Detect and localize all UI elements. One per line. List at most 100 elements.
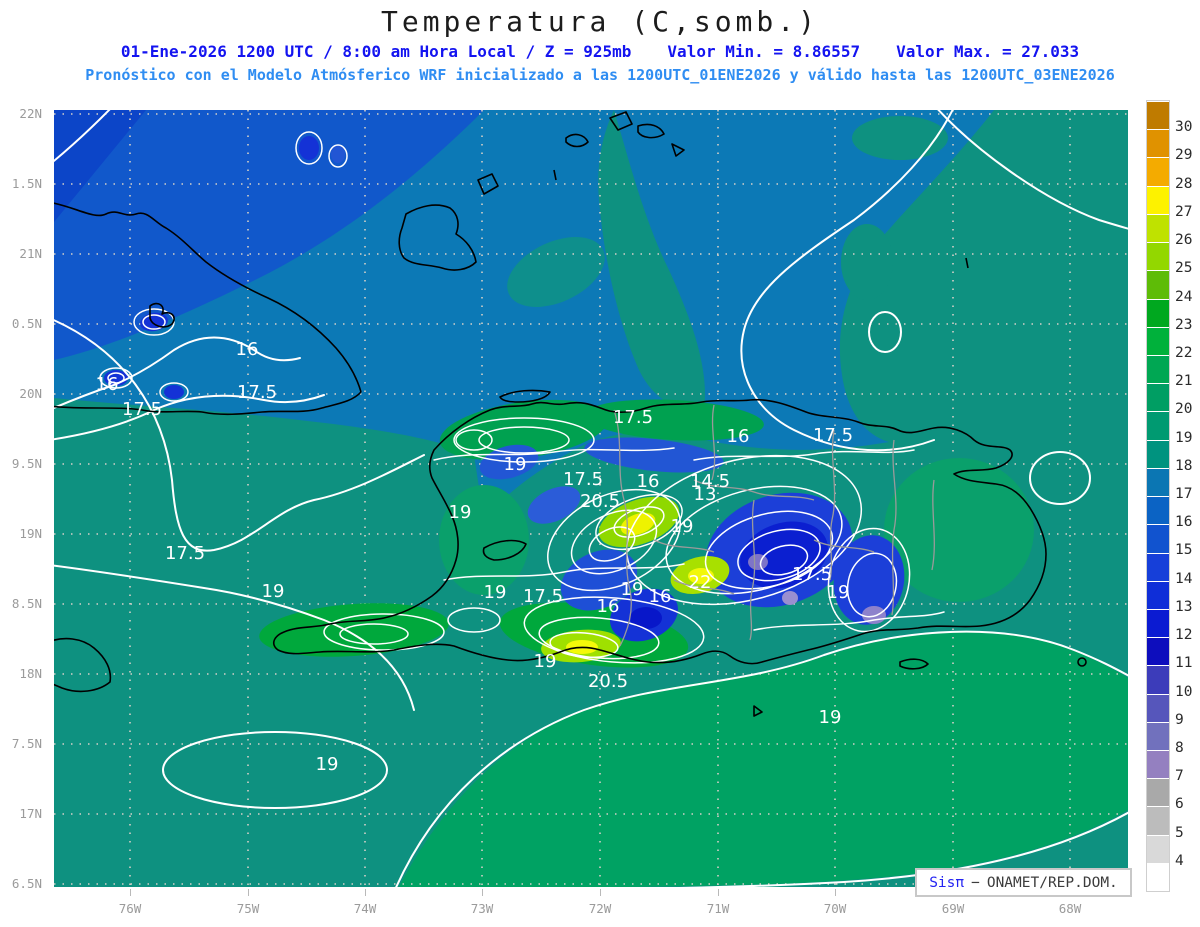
- colorbar-tick-label: 5: [1175, 824, 1184, 841]
- contour-label: 17.5: [613, 407, 653, 428]
- lon-tick-label: 73W: [470, 901, 494, 916]
- colorbar-band: [1147, 270, 1169, 299]
- colorbar-labels: 30 29 28 27 26 25 24 23 22 21 20 19 18 17 16 15 14 13 12 11…: [1175, 100, 1200, 890]
- contour-label: 19: [316, 754, 339, 775]
- lon-tick-label: 70W: [823, 901, 847, 916]
- colorbar-tick-label: 19: [1175, 429, 1193, 446]
- lon-tick-mark: [600, 889, 601, 896]
- colorbar-tick-label: 24: [1175, 288, 1193, 305]
- map-svg: 161617.517.517.5191917.516 17.5191917.520…: [54, 110, 1128, 887]
- colorbar-band: [1147, 298, 1169, 327]
- map-canvas: 16 16 17.5 17.5 17.5 19 19 17.5 16 17.5 19 19 17.5 20…: [54, 110, 1128, 887]
- contour-label: 17.5: [165, 543, 205, 564]
- colorbar-band: [1147, 439, 1169, 468]
- colorbar-tick-label: 7: [1175, 768, 1184, 785]
- colorbar-band: [1147, 242, 1169, 271]
- colorbar-tick-label: 25: [1175, 260, 1193, 277]
- contour-label: 19: [484, 582, 507, 603]
- colorbar-tick-label: 8: [1175, 739, 1184, 756]
- lat-tick-label: 20N: [19, 386, 42, 401]
- lon-tick-mark: [835, 889, 836, 896]
- colorbar-band: [1147, 580, 1169, 609]
- sispi-brand-label: Sisπ: [929, 874, 965, 891]
- contour-label: 17.5: [523, 586, 563, 607]
- colorbar-tick-label: 4: [1175, 852, 1184, 869]
- contour-label: 19: [449, 502, 472, 523]
- lat-tick-label: 21N: [19, 246, 42, 261]
- onamet-org-label: ONAMET/REP.DOM.: [986, 874, 1118, 891]
- page-title: Temperatura (C,somb.): [380, 5, 819, 38]
- colorbar-tick-label: 17: [1175, 486, 1193, 502]
- lon-tick-mark: [718, 889, 719, 896]
- colorbar-band: [1147, 354, 1169, 384]
- colorbar-tick-label: 22: [1175, 344, 1193, 361]
- lat-tick-label: 9.5N: [11, 456, 42, 471]
- colorbar-band: [1147, 524, 1169, 553]
- contour-label: 19: [827, 582, 850, 603]
- lon-tick-label: 75W: [236, 901, 260, 916]
- contour-label: 16: [236, 339, 259, 360]
- lon-tick-mark: [482, 889, 483, 896]
- colorbar-tick-label: 10: [1175, 683, 1193, 700]
- colorbar-tick-label: 29: [1175, 147, 1193, 164]
- contour-label: 20.5: [588, 671, 628, 692]
- legend-dash: −: [971, 874, 980, 891]
- colorbar-tick-label: 14: [1175, 570, 1193, 587]
- contour-label: 16: [597, 596, 620, 617]
- colorbar-band: [1147, 552, 1169, 581]
- colorbar-band: [1147, 129, 1169, 158]
- contour-label: 19: [819, 707, 842, 728]
- lat-tick-label: 6.5N: [11, 876, 42, 891]
- colorbar-band: [1147, 213, 1169, 243]
- colorbar-band: [1147, 721, 1169, 751]
- colorbar-tick-label: 26: [1175, 232, 1193, 249]
- contour-label: 19: [621, 579, 644, 600]
- colorbar-tick-label: 23: [1175, 316, 1193, 333]
- colorbar-band: [1147, 778, 1169, 807]
- colorbar: [1146, 100, 1170, 892]
- colorbar-band: [1147, 637, 1169, 666]
- latitude-axis: 22N 1.5N 21N 0.5N 20N 9.5N 19N 8.5N 18N 7.5N 17N 6.…: [0, 106, 50, 891]
- colorbar-band: [1147, 665, 1169, 694]
- subtitle-line: 01-Ene-2026 1200 UTC / 8:00 am Hora Loca…: [0, 42, 1200, 61]
- weather-map-page: Temperatura (C,somb.) 01-Ene-2026 1200 U…: [0, 0, 1200, 927]
- colorbar-tick-label: 30: [1175, 119, 1193, 136]
- colorbar-tick-label: 6: [1175, 796, 1184, 813]
- contour-label: 17.5: [237, 382, 277, 403]
- lon-tick-mark: [248, 889, 249, 896]
- colorbar-band: [1147, 862, 1169, 892]
- lon-tick-label: 74W: [353, 901, 377, 916]
- colorbar-band: [1147, 157, 1169, 186]
- lat-tick-label: 7.5N: [11, 736, 42, 751]
- colorbar-tick-label: 11: [1175, 655, 1193, 672]
- value-max-text: Valor Max. = 27.033: [896, 42, 1080, 61]
- contour-label: 17.5: [813, 425, 853, 446]
- contour-label: 17.5: [122, 399, 162, 420]
- colorbar-band: [1147, 496, 1169, 525]
- contour-label: 13: [694, 484, 717, 505]
- colorbar-band: [1147, 467, 1169, 497]
- colorbar-band: [1147, 608, 1169, 638]
- model-info-line: Pronóstico con el Modelo Atmósferico WRF…: [85, 66, 1115, 84]
- colorbar-tick-label: 28: [1175, 175, 1193, 192]
- colorbar-tick-label: 18: [1175, 457, 1193, 474]
- lat-tick-label: 19N: [19, 526, 42, 541]
- contour-label: 16: [637, 471, 660, 492]
- source-legend-box: Sisπ − ONAMET/REP.DOM.: [915, 868, 1132, 897]
- colorbar-tick-label: 12: [1175, 627, 1193, 644]
- lat-tick-label: 18N: [19, 666, 42, 681]
- contour-label: 20.5: [580, 491, 620, 512]
- contour-label: 22: [689, 572, 712, 593]
- lon-tick-label: 68W: [1058, 901, 1082, 916]
- value-min-text: Valor Min. = 8.86557: [667, 42, 861, 61]
- colorbar-band: [1147, 693, 1169, 722]
- lon-tick-label: 76W: [118, 901, 142, 916]
- colorbar-tick-label: 20: [1175, 401, 1193, 418]
- colorbar-band: [1147, 326, 1169, 355]
- contour-label: 19: [504, 454, 527, 475]
- lon-tick-label: 69W: [941, 901, 965, 916]
- colorbar-band: [1147, 185, 1169, 214]
- colorbar-tick-label: 9: [1175, 711, 1184, 728]
- colorbar-tick-label: 27: [1175, 203, 1193, 220]
- contour-label: 17.5: [563, 469, 603, 490]
